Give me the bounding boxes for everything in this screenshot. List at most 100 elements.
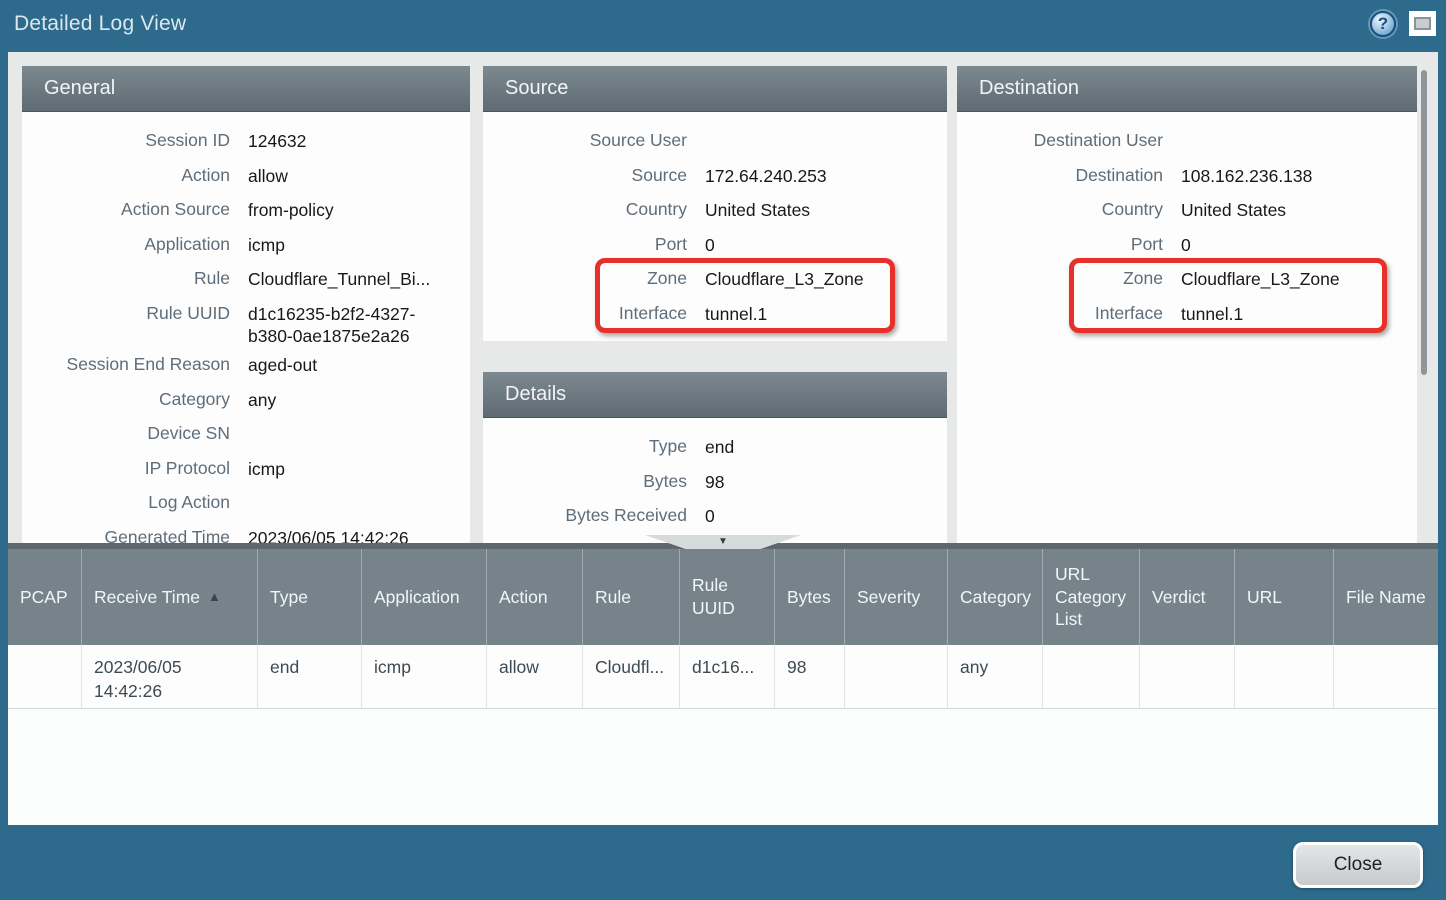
column-header-bytes[interactable]: Bytes: [775, 549, 845, 645]
maximize-window-icon[interactable]: [1409, 11, 1436, 36]
column-header-label-rule-uuid: Rule UUID: [692, 574, 768, 620]
column-header-label-severity: Severity: [857, 586, 920, 609]
destination-highlight-group: ZoneCloudflare_L3_ZoneInterfacetunnel.1: [957, 262, 1417, 331]
general-field-label-action: Action: [22, 165, 230, 187]
destination-field-label-destination: Destination: [957, 165, 1163, 187]
general-field-label-session-end-reason: Session End Reason: [22, 354, 230, 376]
source-field-value-zone: Cloudflare_L3_Zone: [687, 268, 864, 291]
destination-panel-box: Destination Destination UserDestination1…: [957, 66, 1417, 543]
column-header-rule-uuid[interactable]: Rule UUID: [680, 549, 775, 645]
destination-field-value-zone: Cloudflare_L3_Zone: [1163, 268, 1340, 291]
details-field-value-bytes: 98: [687, 471, 724, 494]
destination-panel-body: Destination User Destination108.162.236.1…: [957, 112, 1417, 543]
destination-panel-header: Destination: [957, 66, 1417, 112]
general-panel-title: General: [44, 77, 115, 100]
column-header-application[interactable]: Application: [362, 549, 487, 645]
table-cell-receive-time: 2023/06/05 14:42:26: [82, 645, 258, 708]
source-field-value-interface: tunnel.1: [687, 303, 767, 326]
general-field-value-application: icmp: [230, 234, 285, 257]
details-field-row-bytes: Bytes98: [483, 465, 947, 500]
general-field-row-session-end-reason: Session End Reasonaged-out: [22, 348, 470, 383]
general-field-value-ip-protocol: icmp: [230, 458, 285, 481]
general-field-row-device-sn: Device SN: [22, 417, 470, 452]
column-header-label-url: URL: [1247, 586, 1282, 609]
destination-field-row-port: Port0: [957, 228, 1417, 263]
general-field-label-session-id: Session ID: [22, 130, 230, 152]
details-field-value-bytes-received: 0: [687, 505, 715, 528]
table-cell-rule-uuid: d1c16...: [680, 645, 775, 708]
log-table-header-row: PCAPReceive Time▲TypeApplicationActionRu…: [8, 549, 1438, 645]
general-panel-header: General: [22, 66, 470, 112]
details-field-label-bytes: Bytes: [483, 471, 687, 493]
title-bar: Detailed Log View ?: [0, 0, 1446, 47]
destination-panel: Destination Destination UserDestination1…: [957, 66, 1417, 543]
source-field-row-port: Port0: [483, 228, 947, 263]
general-field-label-rule: Rule: [22, 268, 230, 290]
destination-field-row-destination-user: Destination User: [957, 124, 1417, 159]
source-field-row-interface: Interfacetunnel.1: [483, 297, 947, 332]
column-header-url-category-list[interactable]: URL Category List: [1043, 549, 1140, 645]
source-field-label-interface: Interface: [483, 303, 687, 325]
general-field-value-session-id: 124632: [230, 130, 306, 153]
general-field-value-action-source: from-policy: [230, 199, 334, 222]
column-header-category[interactable]: Category: [948, 549, 1043, 645]
source-panel-header: Source: [483, 66, 947, 112]
general-field-value-action: allow: [230, 165, 288, 188]
table-cell-bytes: 98: [775, 645, 845, 708]
column-header-label-application: Application: [374, 586, 460, 609]
details-field-row-bytes-received: Bytes Received0: [483, 499, 947, 534]
close-button[interactable]: Close: [1293, 842, 1423, 888]
source-field-label-country: Country: [483, 199, 687, 221]
general-field-row-session-id: Session ID124632: [22, 124, 470, 159]
destination-field-label-interface: Interface: [957, 303, 1163, 325]
column-header-label-file-name: File Name: [1346, 586, 1426, 609]
general-field-row-rule-uuid: Rule UUIDd1c16235-b2f2-4327-b380-0ae1875…: [22, 297, 470, 349]
column-header-pcap[interactable]: PCAP: [8, 549, 82, 645]
column-header-label-bytes: Bytes: [787, 586, 831, 609]
table-cell-category: any: [948, 645, 1043, 708]
log-detail-scroll-area: General Session ID124632ActionallowActio…: [8, 52, 1438, 543]
general-field-value-generated-time: 2023/06/05 14:42:26: [230, 527, 409, 544]
column-header-receive-time[interactable]: Receive Time▲: [82, 549, 258, 645]
table-cell-action: allow: [487, 645, 583, 708]
source-field-value-port: 0: [687, 234, 715, 257]
general-field-row-log-action: Log Action: [22, 486, 470, 521]
destination-field-value-country: United States: [1163, 199, 1286, 222]
general-panel: General Session ID124632ActionallowActio…: [22, 66, 470, 543]
details-field-label-bytes-received: Bytes Received: [483, 505, 687, 527]
dialog-title: Detailed Log View: [0, 12, 186, 36]
table-cell-rule: Cloudfl...: [583, 645, 680, 708]
column-header-url[interactable]: URL: [1235, 549, 1334, 645]
general-panel-body: Session ID124632ActionallowAction Source…: [22, 112, 470, 543]
column-header-rule[interactable]: Rule: [583, 549, 680, 645]
general-field-value-category: any: [230, 389, 276, 412]
general-field-row-action-source: Action Sourcefrom-policy: [22, 193, 470, 228]
column-header-file-name[interactable]: File Name: [1334, 549, 1438, 645]
destination-panel-title: Destination: [979, 77, 1079, 100]
source-field-label-source: Source: [483, 165, 687, 187]
column-header-label-category: Category: [960, 586, 1031, 609]
source-panel-title: Source: [505, 77, 568, 100]
destination-field-value-destination: 108.162.236.138: [1163, 165, 1312, 188]
source-field-label-port: Port: [483, 234, 687, 256]
source-field-value-country: United States: [687, 199, 810, 222]
column-header-verdict[interactable]: Verdict: [1140, 549, 1235, 645]
general-field-label-action-source: Action Source: [22, 199, 230, 221]
general-field-label-device-sn: Device SN: [22, 423, 230, 445]
detailed-log-view-dialog: Detailed Log View ? General Session ID12…: [0, 0, 1446, 900]
table-row[interactable]: 2023/06/05 14:42:26endicmpallowCloudfl..…: [8, 645, 1438, 709]
details-field-value-type: end: [687, 436, 734, 459]
column-header-type[interactable]: Type: [258, 549, 362, 645]
vertical-scrollbar-thumb[interactable]: [1421, 70, 1427, 375]
column-header-severity[interactable]: Severity: [845, 549, 948, 645]
destination-field-label-country: Country: [957, 199, 1163, 221]
general-field-value-rule: Cloudflare_Tunnel_Bi...: [230, 268, 430, 291]
table-cell-file-name: [1334, 645, 1438, 708]
source-panel-box: Source Source UserSource172.64.240.253Co…: [483, 66, 947, 341]
column-header-action[interactable]: Action: [487, 549, 583, 645]
table-cell-url: [1235, 645, 1334, 708]
details-panel-header: Details: [483, 372, 947, 418]
general-field-label-rule-uuid: Rule UUID: [22, 303, 230, 325]
help-icon[interactable]: ?: [1370, 11, 1396, 37]
general-field-row-generated-time: Generated Time2023/06/05 14:42:26: [22, 521, 470, 544]
